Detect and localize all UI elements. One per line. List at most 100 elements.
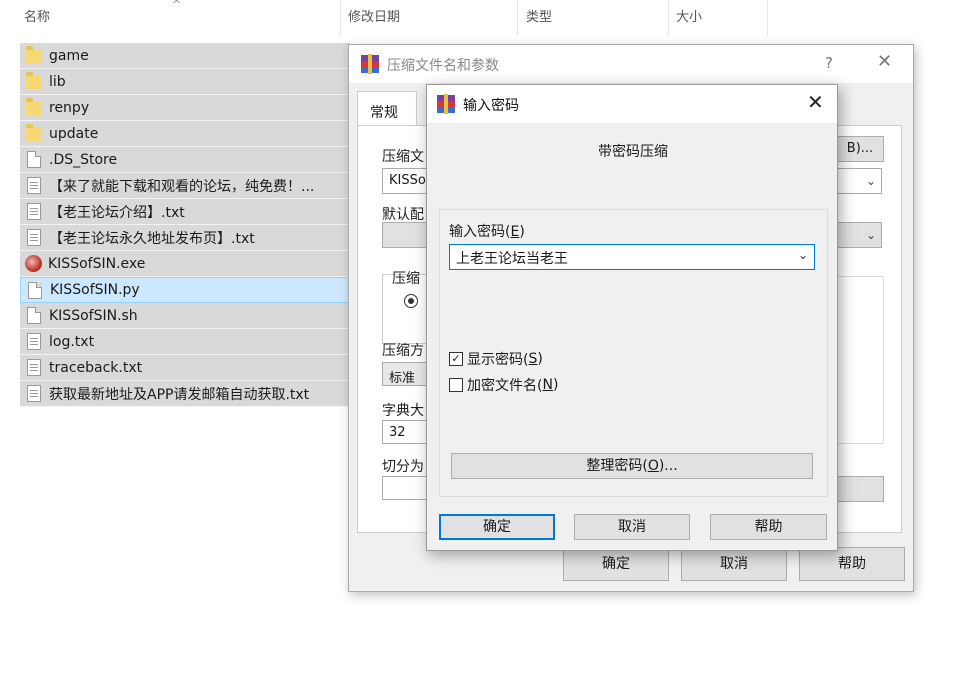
winrar-icon [437, 94, 455, 114]
archive-ok-button[interactable]: 确定 [563, 547, 669, 581]
app-icon [25, 255, 42, 272]
file-row[interactable]: game [20, 43, 350, 69]
method-label: 压缩方 [382, 343, 424, 359]
browse-button[interactable]: B)... [836, 136, 884, 162]
file-name: traceback.txt [49, 359, 143, 376]
column-divider[interactable] [668, 0, 669, 36]
show-password-row[interactable]: ✓ 显示密码(S) [449, 349, 543, 369]
file-row[interactable]: KISSofSIN.py [20, 277, 350, 303]
show-password-key: S [528, 351, 538, 367]
format-label: 压缩 [392, 271, 420, 287]
file-name: 获取最新地址及APP请发邮箱自动获取.txt [49, 386, 310, 403]
column-divider[interactable] [340, 0, 341, 36]
file-name: 【老王论坛永久地址发布页】.txt [49, 230, 255, 247]
file-list: game lib renpy update .DS_Store 【来了就能下载和观看的论坛… [20, 43, 350, 407]
text-file-icon [27, 333, 41, 350]
ok-button[interactable]: 确定 [439, 514, 555, 540]
file-row[interactable]: KISSofSIN.exe [20, 251, 350, 277]
file-row[interactable]: lib [20, 69, 350, 95]
file-row[interactable]: renpy [20, 95, 350, 121]
file-row[interactable]: traceback.txt [20, 355, 350, 381]
file-row[interactable]: 获取最新地址及APP请发邮箱自动获取.txt [20, 381, 350, 407]
tab-general[interactable]: 常规 [357, 91, 417, 127]
text-file-icon [27, 177, 41, 194]
file-row[interactable]: log.txt [20, 329, 350, 355]
column-divider[interactable] [517, 0, 518, 36]
chevron-down-icon[interactable]: ⌄ [798, 248, 808, 262]
text-file-icon [27, 203, 41, 220]
column-type[interactable]: 类型 [522, 0, 552, 36]
text-file-icon [27, 229, 41, 246]
file-row[interactable]: 【老王论坛介绍】.txt [20, 199, 350, 225]
winrar-icon [361, 54, 379, 74]
chevron-down-icon[interactable]: ⌄ [866, 174, 876, 188]
organize-passwords-button[interactable]: 整理密码(O)... [451, 453, 813, 479]
file-row[interactable]: update [20, 121, 350, 147]
file-name: KISSofSIN.exe [48, 255, 146, 272]
file-row[interactable]: KISSofSIN.sh [20, 303, 350, 329]
password-label: 输入密码(E) [449, 224, 525, 240]
archive-dialog-title: 压缩文件名和参数 [387, 58, 499, 74]
chevron-down-icon[interactable]: ⌄ [866, 228, 876, 242]
dialog-heading: 带密码压缩 [598, 144, 668, 160]
archive-cancel-button[interactable]: 取消 [681, 547, 787, 581]
text-file-icon [27, 359, 41, 376]
file-row[interactable]: 【来了就能下载和观看的论坛，纯免费！... [20, 173, 350, 199]
column-modified[interactable]: 修改日期 [344, 0, 400, 36]
file-name: renpy [49, 99, 90, 116]
folder-icon [26, 71, 42, 89]
file-row[interactable]: .DS_Store [20, 147, 350, 173]
help-button[interactable]: 帮助 [710, 514, 827, 540]
file-name: lib [49, 73, 66, 90]
split-field[interactable] [382, 476, 427, 500]
password-dialog: 输入密码 ✕ 带密码压缩 输入密码(E) 上老王论坛当老王 ⌄ ✓ 显示密码(S… [426, 84, 838, 551]
split-label: 切分为 [382, 459, 424, 475]
encrypt-names-checkbox[interactable] [449, 378, 463, 392]
cancel-button[interactable]: 取消 [574, 514, 690, 540]
archive-name-label: 压缩文 [382, 149, 424, 165]
show-password-checkbox[interactable]: ✓ [449, 352, 463, 366]
method-select[interactable]: 标准 [382, 362, 427, 386]
file-icon [28, 281, 42, 299]
set-password-button[interactable] [836, 476, 884, 502]
folder-icon [26, 45, 42, 63]
show-password-label: 显示密码( [467, 352, 529, 368]
column-size[interactable]: 大小 [672, 0, 702, 36]
format-radio[interactable] [404, 294, 418, 308]
file-name: 【老王论坛介绍】.txt [49, 204, 185, 221]
encrypt-names-row[interactable]: 加密文件名(N) [449, 375, 558, 395]
column-divider[interactable] [767, 0, 768, 36]
file-name: log.txt [49, 333, 95, 350]
file-name: KISSofSIN.py [50, 282, 140, 298]
close-icon[interactable]: ✕ [807, 90, 824, 114]
file-name: game [49, 47, 89, 64]
encrypt-names-label: 加密文件名( [467, 378, 543, 394]
password-value: 上老王论坛当老王 [456, 251, 568, 267]
sort-up-icon: ^ [172, 0, 182, 11]
dictionary-label: 字典大 [382, 403, 424, 419]
archive-help-button[interactable]: 帮助 [799, 547, 905, 581]
help-icon[interactable]: ? [825, 54, 833, 72]
file-icon [27, 307, 41, 324]
file-name: 【来了就能下载和观看的论坛，纯免费！... [49, 178, 315, 195]
file-row[interactable]: 【老王论坛永久地址发布页】.txt [20, 225, 350, 251]
show-password-paren: ) [537, 351, 543, 367]
options-group [836, 276, 884, 444]
folder-icon [26, 97, 42, 115]
archive-dialog-titlebar[interactable]: 压缩文件名和参数 ? ✕ [349, 45, 913, 83]
dictionary-select[interactable]: 32 [382, 420, 427, 444]
password-dialog-titlebar[interactable]: 输入密码 ✕ [427, 85, 837, 123]
file-name: .DS_Store [49, 151, 118, 168]
file-name: KISSofSIN.sh [49, 307, 138, 324]
default-profile-label: 默认配 [382, 207, 424, 223]
encrypt-names-paren: ) [552, 377, 559, 393]
text-file-icon [27, 385, 41, 402]
close-icon[interactable]: ✕ [877, 51, 892, 72]
folder-icon [26, 123, 42, 141]
password-dialog-title: 输入密码 [463, 98, 519, 114]
explorer-header: 名称 ^ 修改日期 类型 大小 [0, 0, 960, 36]
encrypt-names-key: N [542, 377, 553, 393]
file-name: update [49, 125, 99, 142]
column-name[interactable]: 名称 [20, 0, 50, 36]
password-input[interactable]: 上老王论坛当老王 ⌄ [449, 244, 815, 270]
